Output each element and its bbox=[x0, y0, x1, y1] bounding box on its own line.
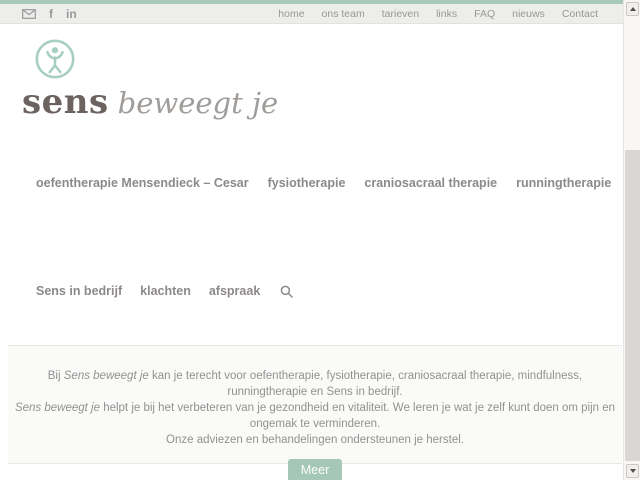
secondary-nav: Sens in bedrijf klachten afspraak bbox=[36, 284, 293, 298]
mail-icon[interactable] bbox=[22, 9, 36, 19]
intro-line-1: Bij Sens beweegt je kan je terecht voor … bbox=[8, 368, 622, 400]
nav-sens-in-bedrijf[interactable]: Sens in bedrijf bbox=[36, 284, 122, 298]
site-logo[interactable]: sens beweegt je bbox=[22, 38, 278, 122]
nav-klachten[interactable]: klachten bbox=[140, 284, 191, 298]
topbar: f in home ons team tarieven links FAQ ni… bbox=[0, 4, 623, 24]
facebook-icon[interactable]: f bbox=[49, 8, 53, 20]
arrow-up-icon bbox=[630, 7, 636, 11]
arrow-down-icon bbox=[630, 469, 636, 473]
brand-name-italic: Sens beweegt je bbox=[64, 370, 149, 382]
social-links: f in bbox=[0, 8, 77, 20]
nav-fysiotherapie[interactable]: fysiotherapie bbox=[268, 176, 346, 190]
intro-line-3: Onze adviezen en behandelingen ondersteu… bbox=[8, 432, 622, 448]
vertical-scrollbar[interactable] bbox=[623, 0, 640, 480]
nav-oefentherapie[interactable]: oefentherapie Mensendieck – Cesar bbox=[36, 176, 249, 190]
nav-afspraak[interactable]: afspraak bbox=[209, 284, 260, 298]
intro-line-2: Sens beweegt je helpt je bij het verbete… bbox=[8, 400, 622, 432]
intro-section: Bij Sens beweegt je kan je terecht voor … bbox=[8, 345, 622, 464]
logo-tagline: beweegt je bbox=[118, 86, 278, 120]
browser-page: f in home ons team tarieven links FAQ ni… bbox=[0, 0, 640, 480]
topmenu-ons-team[interactable]: ons team bbox=[322, 8, 365, 20]
topmenu-faq[interactable]: FAQ bbox=[474, 8, 495, 20]
nav-craniosacraal[interactable]: craniosacraal therapie bbox=[364, 176, 497, 190]
envelope-icon bbox=[22, 9, 36, 19]
logo-brand: sens bbox=[22, 82, 109, 122]
search-icon[interactable] bbox=[280, 285, 293, 298]
topmenu-links[interactable]: links bbox=[436, 8, 457, 20]
intro-text: Bij Sens beweegt je kan je terecht voor … bbox=[8, 346, 622, 448]
nav-runningtherapie[interactable]: runningtherapie bbox=[516, 176, 611, 190]
topmenu-contact[interactable]: Contact bbox=[562, 8, 598, 20]
linkedin-icon[interactable]: in bbox=[66, 8, 77, 20]
topmenu-tarieven[interactable]: tarieven bbox=[382, 8, 419, 20]
scroll-down-button[interactable] bbox=[626, 464, 639, 478]
logo-text: sens beweegt je bbox=[22, 82, 278, 122]
topmenu-home[interactable]: home bbox=[278, 8, 304, 20]
topmenu-nieuws[interactable]: nieuws bbox=[512, 8, 545, 20]
top-menu: home ons team tarieven links FAQ nieuws … bbox=[278, 8, 623, 20]
scroll-up-button[interactable] bbox=[626, 2, 639, 16]
brand-name-italic: Sens beweegt je bbox=[15, 402, 100, 414]
primary-nav: oefentherapie Mensendieck – Cesar fysiot… bbox=[36, 176, 640, 190]
meer-button[interactable]: Meer bbox=[288, 459, 342, 480]
logo-figure-icon bbox=[34, 38, 76, 80]
scrollbar-thumb[interactable] bbox=[625, 150, 640, 461]
